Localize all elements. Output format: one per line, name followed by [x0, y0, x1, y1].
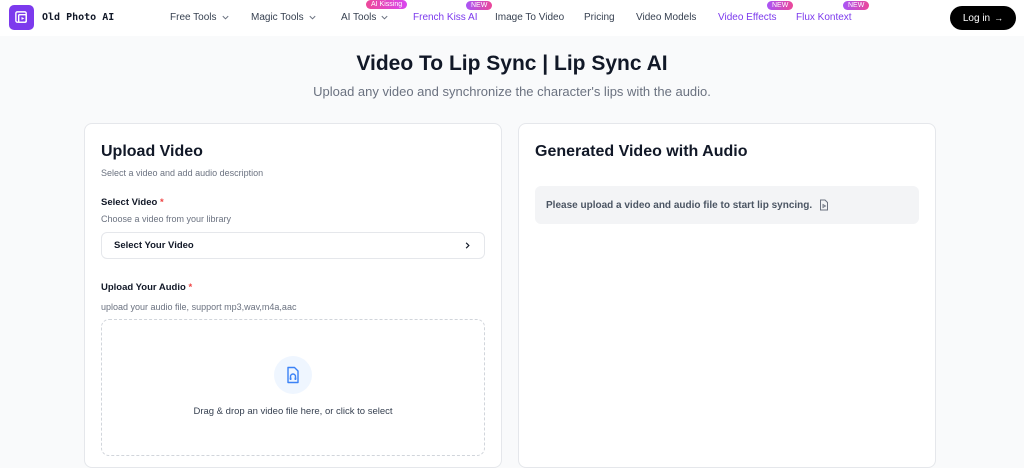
- arrow-right-icon: →: [994, 13, 1004, 23]
- logo-icon: [9, 5, 34, 30]
- upload-card-description: Select a video and add audio description: [101, 168, 264, 178]
- nav-french-kiss-ai[interactable]: French Kiss AI: [413, 12, 477, 23]
- upload-audio-hint: upload your audio file, support mp3,wav,…: [101, 302, 297, 312]
- nav-video-models-label: Video Models: [636, 12, 697, 23]
- nav-flux-kontext[interactable]: Flux Kontext: [796, 12, 852, 23]
- upload-audio-label: Upload Your Audio *: [101, 282, 192, 293]
- top-nav-bar: Old Photo AI Free Tools Magic Tools AI T…: [0, 0, 1024, 36]
- logo[interactable]: Old Photo AI: [9, 5, 114, 30]
- nav-flux-kontext-label: Flux Kontext: [796, 12, 852, 23]
- login-label: Log in: [962, 12, 991, 24]
- nav-free-tools[interactable]: Free Tools: [170, 12, 230, 23]
- page-subtitle: Upload any video and synchronize the cha…: [313, 84, 711, 99]
- nav-video-effects[interactable]: Video Effects: [718, 12, 777, 23]
- select-video-label: Select Video *: [101, 197, 164, 208]
- chevron-right-icon: [465, 242, 470, 249]
- nav-magic-tools[interactable]: Magic Tools: [251, 12, 317, 23]
- nav-image-to-video[interactable]: Image To Video: [495, 12, 564, 23]
- nav-video-effects-label: Video Effects: [718, 12, 777, 23]
- ai-kissing-badge: AI Kissing: [366, 0, 408, 9]
- new-badge: NEW: [843, 1, 870, 10]
- nav-ai-tools-label: AI Tools: [341, 12, 377, 23]
- upload-video-card: Upload Video Select a video and add audi…: [84, 123, 502, 468]
- nav-pricing-label: Pricing: [584, 12, 615, 23]
- nav-image-to-video-label: Image To Video: [495, 12, 565, 23]
- audio-file-icon: [274, 356, 312, 394]
- select-video-hint: Choose a video from your library: [101, 214, 232, 224]
- select-video-label-text: Select Video: [101, 197, 158, 208]
- logo-text: Old Photo AI: [42, 12, 115, 23]
- nav-ai-tools[interactable]: AI Tools: [341, 12, 389, 23]
- new-badge: NEW: [466, 1, 493, 10]
- generated-video-card: Generated Video with Audio Please upload…: [518, 123, 936, 468]
- new-badge: NEW: [767, 1, 794, 10]
- audio-dropzone[interactable]: Drag & drop an video file here, or click…: [101, 319, 485, 456]
- video-file-icon: [820, 199, 829, 211]
- chevron-down-icon: [221, 15, 229, 20]
- chevron-down-icon: [309, 15, 316, 20]
- login-button[interactable]: Log in →: [950, 6, 1016, 30]
- chevron-down-icon: [381, 15, 388, 20]
- nav-video-models[interactable]: Video Models: [636, 12, 696, 23]
- nav-pricing[interactable]: Pricing: [584, 12, 615, 23]
- nav-magic-tools-label: Magic Tools: [251, 12, 304, 23]
- required-mark: *: [188, 282, 193, 293]
- select-video-button[interactable]: Select Your Video: [101, 232, 485, 259]
- select-video-button-label: Select Your Video: [114, 240, 194, 251]
- page-title: Video To Lip Sync | Lip Sync AI: [356, 52, 668, 75]
- upload-audio-label-text: Upload Your Audio: [101, 282, 186, 293]
- required-mark: *: [159, 197, 164, 208]
- nav-free-tools-label: Free Tools: [170, 12, 217, 23]
- upload-card-title: Upload Video: [101, 143, 203, 160]
- notice-text: Please upload a video and audio file to …: [546, 199, 813, 211]
- empty-state-notice: Please upload a video and audio file to …: [535, 186, 919, 224]
- dropzone-text: Drag & drop an video file here, or click…: [193, 406, 393, 417]
- result-card-title: Generated Video with Audio: [535, 143, 748, 160]
- nav-french-kiss-ai-label: French Kiss AI: [413, 12, 478, 23]
